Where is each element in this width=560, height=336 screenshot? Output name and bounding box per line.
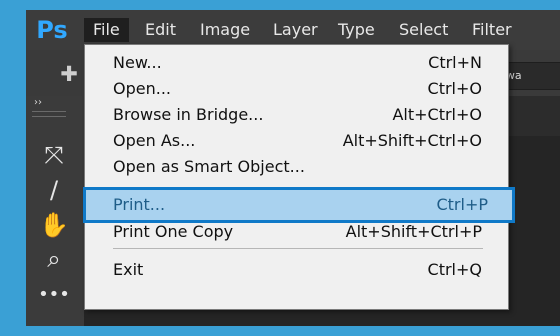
menu-item-exit[interactable]: Exit Ctrl+Q <box>85 257 508 283</box>
menu-item-shortcut: Alt+Shift+Ctrl+O <box>342 131 482 150</box>
menu-item-print[interactable]: Print... Ctrl+P <box>83 187 515 223</box>
menu-item-open-as-smart-object[interactable]: Open as Smart Object... <box>85 154 508 180</box>
menu-item-label: Print... <box>113 195 166 214</box>
menu-item-browse-in-bridge[interactable]: Browse in Bridge... Alt+Ctrl+O <box>85 102 508 128</box>
photoshop-logo: Ps <box>36 16 68 44</box>
move-tool-icon[interactable]: ⤧ <box>38 140 70 170</box>
hand-tool-icon[interactable]: ✋ <box>38 210 70 240</box>
tools-panel: ›› ⤧ / ✋ ⌕ ••• <box>26 96 84 326</box>
menu-filter[interactable]: Filter <box>472 18 512 42</box>
menu-type[interactable]: Type <box>338 18 375 42</box>
menu-select[interactable]: Select <box>399 18 448 42</box>
menu-item-label: Open As... <box>113 131 196 150</box>
file-menu-dropdown: New... Ctrl+N Open... Ctrl+O Browse in B… <box>83 44 515 310</box>
menu-item-label: New... <box>113 53 162 72</box>
menu-item-shortcut: Ctrl+O <box>427 79 482 98</box>
menu-item-open-as[interactable]: Open As... Alt+Shift+Ctrl+O <box>85 128 508 154</box>
line-tool-icon[interactable]: / <box>38 175 70 205</box>
menu-item-label: Browse in Bridge... <box>113 105 264 124</box>
screenshot-frame: Ps File Edit Image Layer Type Select Fil… <box>0 0 560 336</box>
menu-item-print-one-copy[interactable]: Print One Copy Alt+Shift+Ctrl+P <box>85 219 508 245</box>
menu-item-new[interactable]: New... Ctrl+N <box>85 50 508 76</box>
menu-item-label: Print One Copy <box>113 222 234 241</box>
zoom-tool-icon[interactable]: ⌕ <box>38 244 70 274</box>
menu-item-shortcut: Ctrl+N <box>428 53 482 72</box>
menu-item-shortcut: Alt+Ctrl+O <box>392 105 482 124</box>
collapse-panel-icon[interactable]: ›› <box>34 97 48 109</box>
panel-grip[interactable] <box>32 111 66 117</box>
menu-item-label: Exit <box>113 260 144 279</box>
menu-item-shortcut: Ctrl+P <box>436 195 488 214</box>
menu-file[interactable]: File <box>84 18 129 42</box>
menu-separator <box>113 248 483 249</box>
menu-item-label: Open... <box>113 79 171 98</box>
more-tools-icon[interactable]: ••• <box>38 280 70 310</box>
menu-edit[interactable]: Edit <box>145 18 176 42</box>
bandage-icon[interactable]: ✚ <box>54 60 84 88</box>
menu-item-label: Open as Smart Object... <box>113 157 305 176</box>
menu-item-open[interactable]: Open... Ctrl+O <box>85 76 508 102</box>
photoshop-window: Ps File Edit Image Layer Type Select Fil… <box>26 10 560 326</box>
menu-layer[interactable]: Layer <box>273 18 318 42</box>
menu-image[interactable]: Image <box>200 18 250 42</box>
menu-item-shortcut: Ctrl+Q <box>427 260 482 279</box>
menu-item-shortcut: Alt+Shift+Ctrl+P <box>345 222 482 241</box>
